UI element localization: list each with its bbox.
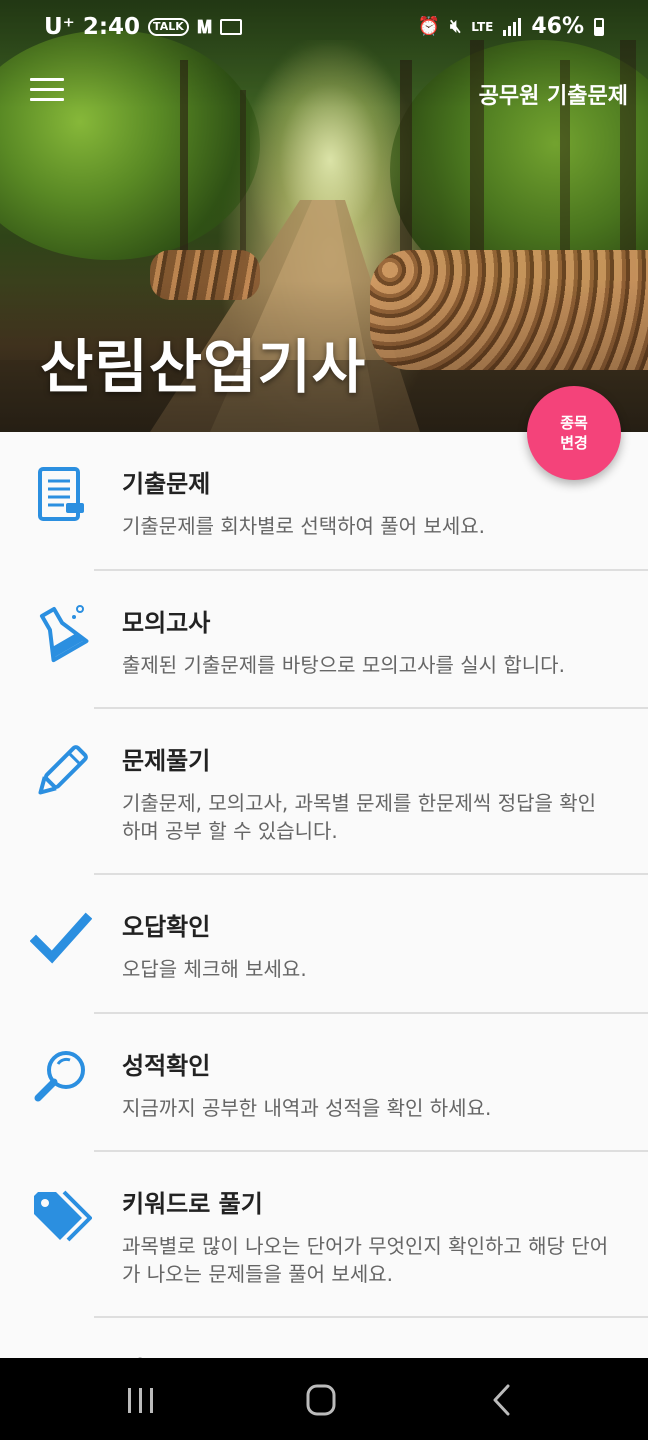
item-title: 문제풀기 bbox=[122, 747, 211, 775]
list-item-mock-exam[interactable]: 모의고사 출제된 기출문제를 바탕으로 모의고사를 실시 합니다. bbox=[0, 571, 648, 709]
item-title: 성적확인 bbox=[122, 1052, 211, 1080]
item-description: 오답을 체크해 보세요. bbox=[122, 957, 307, 981]
signal-icon bbox=[503, 17, 522, 36]
mail-notification-icon bbox=[220, 19, 243, 35]
system-navigation-bar bbox=[0, 1358, 648, 1440]
alarm-icon: ⏰ bbox=[417, 16, 440, 37]
status-bar: U⁺ 2:40 TALK 𝐌 ⏰ 🔇︎ LTE 46% bbox=[0, 0, 648, 58]
back-icon[interactable] bbox=[478, 1380, 528, 1420]
list-item-score-check[interactable]: 성적확인 지금까지 공부한 내역과 성적을 확인 하세요. bbox=[0, 1014, 648, 1152]
fab-label-line2: 변경 bbox=[560, 434, 588, 452]
item-description: 기출문제, 모의고사, 과목별 문제를 한문제씩 정답을 확인하며 공부 할 수… bbox=[122, 791, 597, 843]
item-description: 과목별로 많이 나오는 단어가 무엇인지 확인하고 해당 단어가 나오는 문제들… bbox=[122, 1234, 609, 1286]
battery-percent: 46% bbox=[531, 14, 584, 39]
item-description: 지금까지 공부한 내역과 성적을 확인 하세요. bbox=[122, 1096, 492, 1120]
lte-indicator: LTE bbox=[471, 19, 494, 34]
checkmark-icon bbox=[30, 912, 92, 964]
item-title: 모의고사 bbox=[122, 609, 211, 637]
item-title: 정보공유 bbox=[122, 1350, 210, 1358]
pencil-icon bbox=[38, 745, 88, 795]
kakaotalk-notification-icon: TALK bbox=[148, 18, 189, 36]
clock: 2:40 bbox=[82, 14, 141, 40]
tag-icon bbox=[34, 1190, 92, 1242]
hamburger-menu-icon[interactable] bbox=[30, 78, 64, 106]
header-banner: U⁺ 2:40 TALK 𝐌 ⏰ 🔇︎ LTE 46% 공무원 기출문제 산림산… bbox=[0, 0, 648, 432]
mute-icon: 🔇︎ bbox=[449, 16, 462, 37]
recents-icon[interactable] bbox=[116, 1380, 166, 1420]
m-notification-icon: 𝐌 bbox=[196, 16, 213, 38]
carrier-label: U⁺ bbox=[44, 14, 75, 40]
battery-icon bbox=[594, 17, 604, 36]
item-description: 출제된 기출문제를 바탕으로 모의고사를 실시 합니다. bbox=[122, 653, 565, 677]
change-subject-button[interactable]: 종목 변경 bbox=[527, 386, 621, 480]
item-title: 키워드로 풀기 bbox=[122, 1190, 263, 1218]
item-title: 기출문제 bbox=[122, 470, 211, 498]
menu-list: 기출문제 기출문제를 회차별로 선택하여 풀어 보세요. 모의고사 출제된 기출… bbox=[0, 432, 648, 1358]
app-title: 공무원 기출문제 bbox=[478, 84, 628, 109]
item-title: 오답확인 bbox=[122, 913, 211, 941]
home-icon[interactable] bbox=[296, 1380, 346, 1420]
list-item-wrong-answers[interactable]: 오답확인 오답을 체크해 보세요. bbox=[0, 875, 648, 1014]
fab-label-line1: 종목 bbox=[560, 414, 588, 432]
document-list-icon bbox=[38, 467, 84, 521]
list-item-info-share[interactable]: 정보공유 bbox=[0, 1318, 648, 1358]
app-toolbar: 공무원 기출문제 bbox=[0, 64, 648, 120]
list-item-solve-questions[interactable]: 문제풀기 기출문제, 모의고사, 과목별 문제를 한문제씩 정답을 확인하며 공… bbox=[0, 709, 648, 875]
magnifier-icon bbox=[34, 1051, 85, 1102]
list-item-keyword-solve[interactable]: 키워드로 풀기 과목별로 많이 나오는 단어가 무엇인지 확인하고 해당 단어가… bbox=[0, 1152, 648, 1318]
flask-icon bbox=[39, 605, 89, 663]
page-title: 산림산업기사 bbox=[40, 333, 367, 401]
item-description: 기출문제를 회차별로 선택하여 풀어 보세요. bbox=[122, 514, 485, 538]
